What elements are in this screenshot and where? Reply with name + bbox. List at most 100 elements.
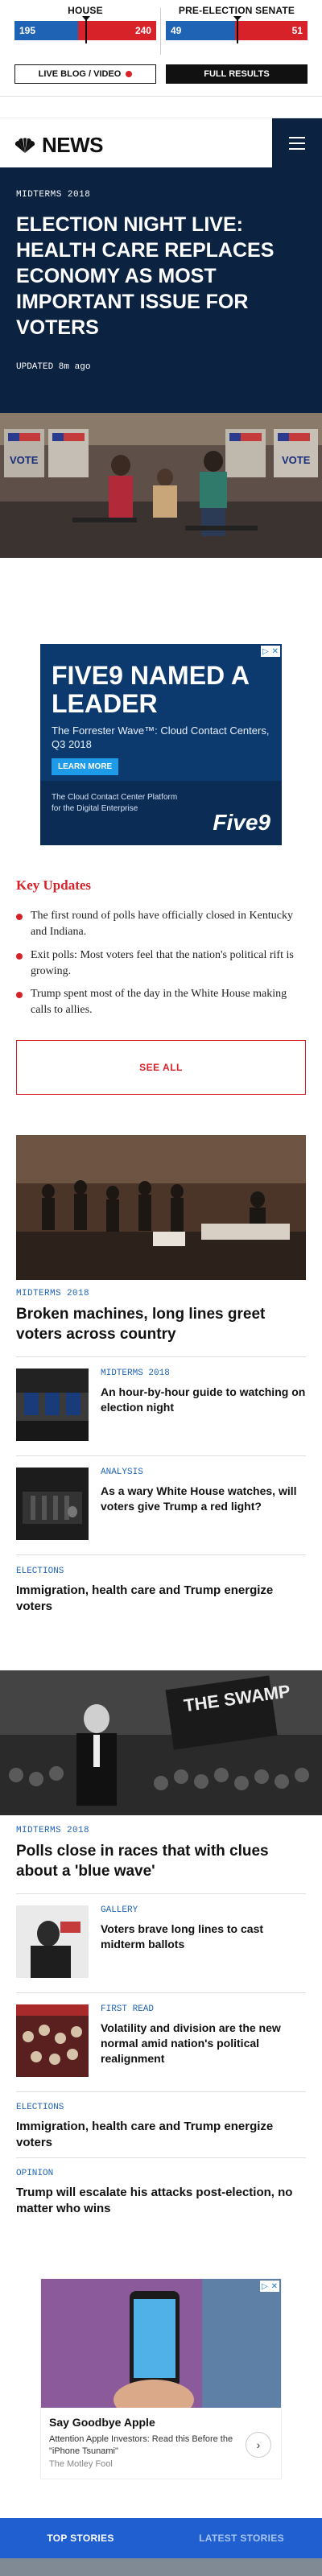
bottom-tab-bar: TOP STORIES LATEST STORIES [0, 2518, 322, 2558]
ad-info-icon: ▷ [262, 646, 269, 656]
ad-subtitle: The Forrester Wave™: Cloud Contact Cente… [52, 724, 270, 750]
ad-info-icon: ▷ [261, 2281, 268, 2291]
story-row[interactable]: GALLERY Voters brave long lines to cast … [16, 1905, 306, 1979]
story-text-item[interactable]: ELECTIONS Immigration, health care and T… [16, 1567, 306, 1616]
hero-headline[interactable]: ELECTION NIGHT LIVE: HEALTH CARE REPLACE… [16, 212, 306, 341]
house-results[interactable]: HOUSE 195 240 [14, 5, 156, 43]
story-eyebrow: MIDTERMS 2018 [101, 1368, 170, 1378]
story-row[interactable]: MIDTERMS 2018 An hour-by-hour guide to w… [16, 1368, 306, 1443]
nbc-peacock-icon [14, 137, 35, 153]
see-all-button[interactable]: SEE ALL [16, 1040, 306, 1095]
advertisement-motley-fool[interactable]: ▷ ✕ Say Goodbye Apple Attention Apple In… [40, 2278, 282, 2479]
voters-gallery-image [16, 1905, 89, 1978]
story-eyebrow: OPINION [16, 2169, 54, 2178]
chevron-right-icon[interactable]: › [246, 2432, 271, 2458]
ad-headline: Say Goodbye Apple [49, 2416, 155, 2429]
house-dem-count: 195 [14, 21, 79, 40]
story-thumbnail [16, 1368, 89, 1441]
divider [16, 1893, 306, 1894]
story-text-item[interactable]: ELECTIONS Immigration, health care and T… [16, 2103, 306, 2152]
story-eyebrow: ELECTIONS [16, 1567, 64, 1576]
divider [16, 1992, 306, 1993]
senate-rep-count: 51 [235, 21, 308, 40]
ad-brand-logo: Five9 [213, 810, 270, 835]
story-eyebrow: ELECTIONS [16, 2103, 64, 2112]
ad-close-icon[interactable]: ▷ ✕ [261, 646, 280, 657]
hamburger-menu-button[interactable] [272, 118, 322, 168]
divider [16, 1356, 306, 1357]
divider [16, 2091, 306, 2092]
house-bar: 195 240 [14, 16, 156, 43]
story-title: An hour-by-hour guide to watching on ele… [101, 1385, 306, 1414]
story-eyebrow: FIRST READ [101, 2004, 155, 2014]
live-blog-button[interactable]: LIVE BLOG / VIDEO [14, 64, 156, 84]
divider [16, 1455, 306, 1456]
story-title: Immigration, health care and Trump energ… [16, 1583, 274, 1614]
svg-text:VOTE: VOTE [10, 454, 39, 466]
next-story-peek [0, 2558, 322, 2576]
lead-story-eyebrow[interactable]: MIDTERMS 2018 [16, 1826, 89, 1835]
senate-dem-count: 49 [166, 21, 236, 40]
key-updates-title: Key Updates [16, 877, 92, 893]
rally-photo[interactable]: THE SWAMP [0, 1670, 322, 1815]
nbc-news-logo[interactable]: NEWS [13, 133, 104, 158]
election-results-bar: HOUSE 195 240 PRE-ELECTION SENATE 49 51 … [0, 0, 322, 97]
divider [16, 2157, 306, 2158]
voters-line-image [16, 1135, 306, 1280]
story-title: As a wary White House watches, will vote… [101, 1484, 297, 1513]
senate-results[interactable]: PRE-ELECTION SENATE 49 51 [166, 5, 308, 43]
story-row[interactable]: FIRST READ Volatility and division are t… [16, 2004, 306, 2079]
ad-close-glyph: ✕ [270, 2281, 279, 2291]
senate-bar: 49 51 [166, 16, 308, 43]
svg-text:VOTE: VOTE [282, 454, 311, 466]
ad-subtitle: Attention Apple Investors: Read this Bef… [49, 2434, 233, 2456]
majority-marker [82, 16, 90, 43]
story-title: Voters brave long lines to cast midterm … [101, 1922, 264, 1951]
ad-close-icon[interactable]: ▷ ✕ [260, 2281, 279, 2292]
lead-story-photo[interactable] [16, 1135, 306, 1280]
story-eyebrow: ANALYSIS [101, 1468, 143, 1477]
house-title: HOUSE [68, 5, 103, 16]
story-title: Volatility and division are the new norm… [101, 2021, 281, 2065]
ad-learn-more-button[interactable]: LEARN MORE [52, 758, 119, 775]
ad-footer-text: The Cloud Contact Center Platform for th… [52, 793, 178, 813]
white-house-image [16, 1468, 89, 1540]
divider [16, 1554, 306, 1555]
ad-footer: The Cloud Contact Center Platform for th… [40, 781, 282, 845]
advertisement-five9[interactable]: ▷ ✕ FIVE9 NAMED A LEADER The Forrester W… [40, 644, 282, 845]
key-update-item[interactable]: Exit polls: Most voters feel that the na… [16, 947, 306, 980]
key-updates-list: The first round of polls have officially… [16, 908, 306, 1019]
results-divider [160, 8, 161, 55]
rally-image: THE SWAMP [0, 1670, 322, 1815]
hero-section: MIDTERMS 2018 ELECTION NIGHT LIVE: HEALT… [0, 167, 322, 413]
hero-eyebrow[interactable]: MIDTERMS 2018 [16, 190, 90, 200]
lead-story-title[interactable]: Polls close in races that with clues abo… [16, 1842, 306, 1881]
story-thumbnail [16, 1905, 89, 1978]
hero-updated-time: UPDATED 8m ago [16, 362, 91, 372]
logo-text: NEWS [42, 133, 104, 157]
tab-latest-stories[interactable]: LATEST STORIES [161, 2518, 322, 2558]
lead-story-eyebrow[interactable]: MIDTERMS 2018 [16, 1289, 89, 1298]
lead-story-title[interactable]: Broken machines, long lines greet voters… [16, 1305, 306, 1344]
voting-booths-image [16, 1368, 89, 1441]
story-row[interactable]: ANALYSIS As a wary White House watches, … [16, 1468, 306, 1542]
story-text-item[interactable]: OPINION Trump will escalate his attacks … [16, 2169, 306, 2218]
site-header: NEWS [0, 118, 322, 168]
key-updates: Key Updates The first round of polls hav… [16, 877, 306, 1026]
full-results-button[interactable]: FULL RESULTS [166, 64, 308, 84]
crowd-image [16, 2004, 89, 2077]
story-thumbnail [16, 2004, 89, 2077]
story-thumbnail [16, 1468, 89, 1540]
phone-hand-image [41, 2279, 281, 2408]
page: HOUSE 195 240 PRE-ELECTION SENATE 49 51 … [0, 0, 322, 2576]
tab-top-stories[interactable]: TOP STORIES [0, 2518, 161, 2558]
story-eyebrow: GALLERY [101, 1905, 138, 1915]
key-update-item[interactable]: Trump spent most of the day in the White… [16, 986, 306, 1019]
ad-source: The Motley Fool [49, 2459, 113, 2469]
hero-photo[interactable]: VOTE VOTE [0, 413, 322, 558]
key-update-item[interactable]: The first round of polls have officially… [16, 908, 306, 941]
majority-marker [233, 16, 242, 43]
ad-headline: FIVE9 NAMED A LEADER [52, 661, 249, 718]
ad-image [41, 2279, 281, 2408]
story-title: Immigration, health care and Trump energ… [16, 2120, 274, 2150]
